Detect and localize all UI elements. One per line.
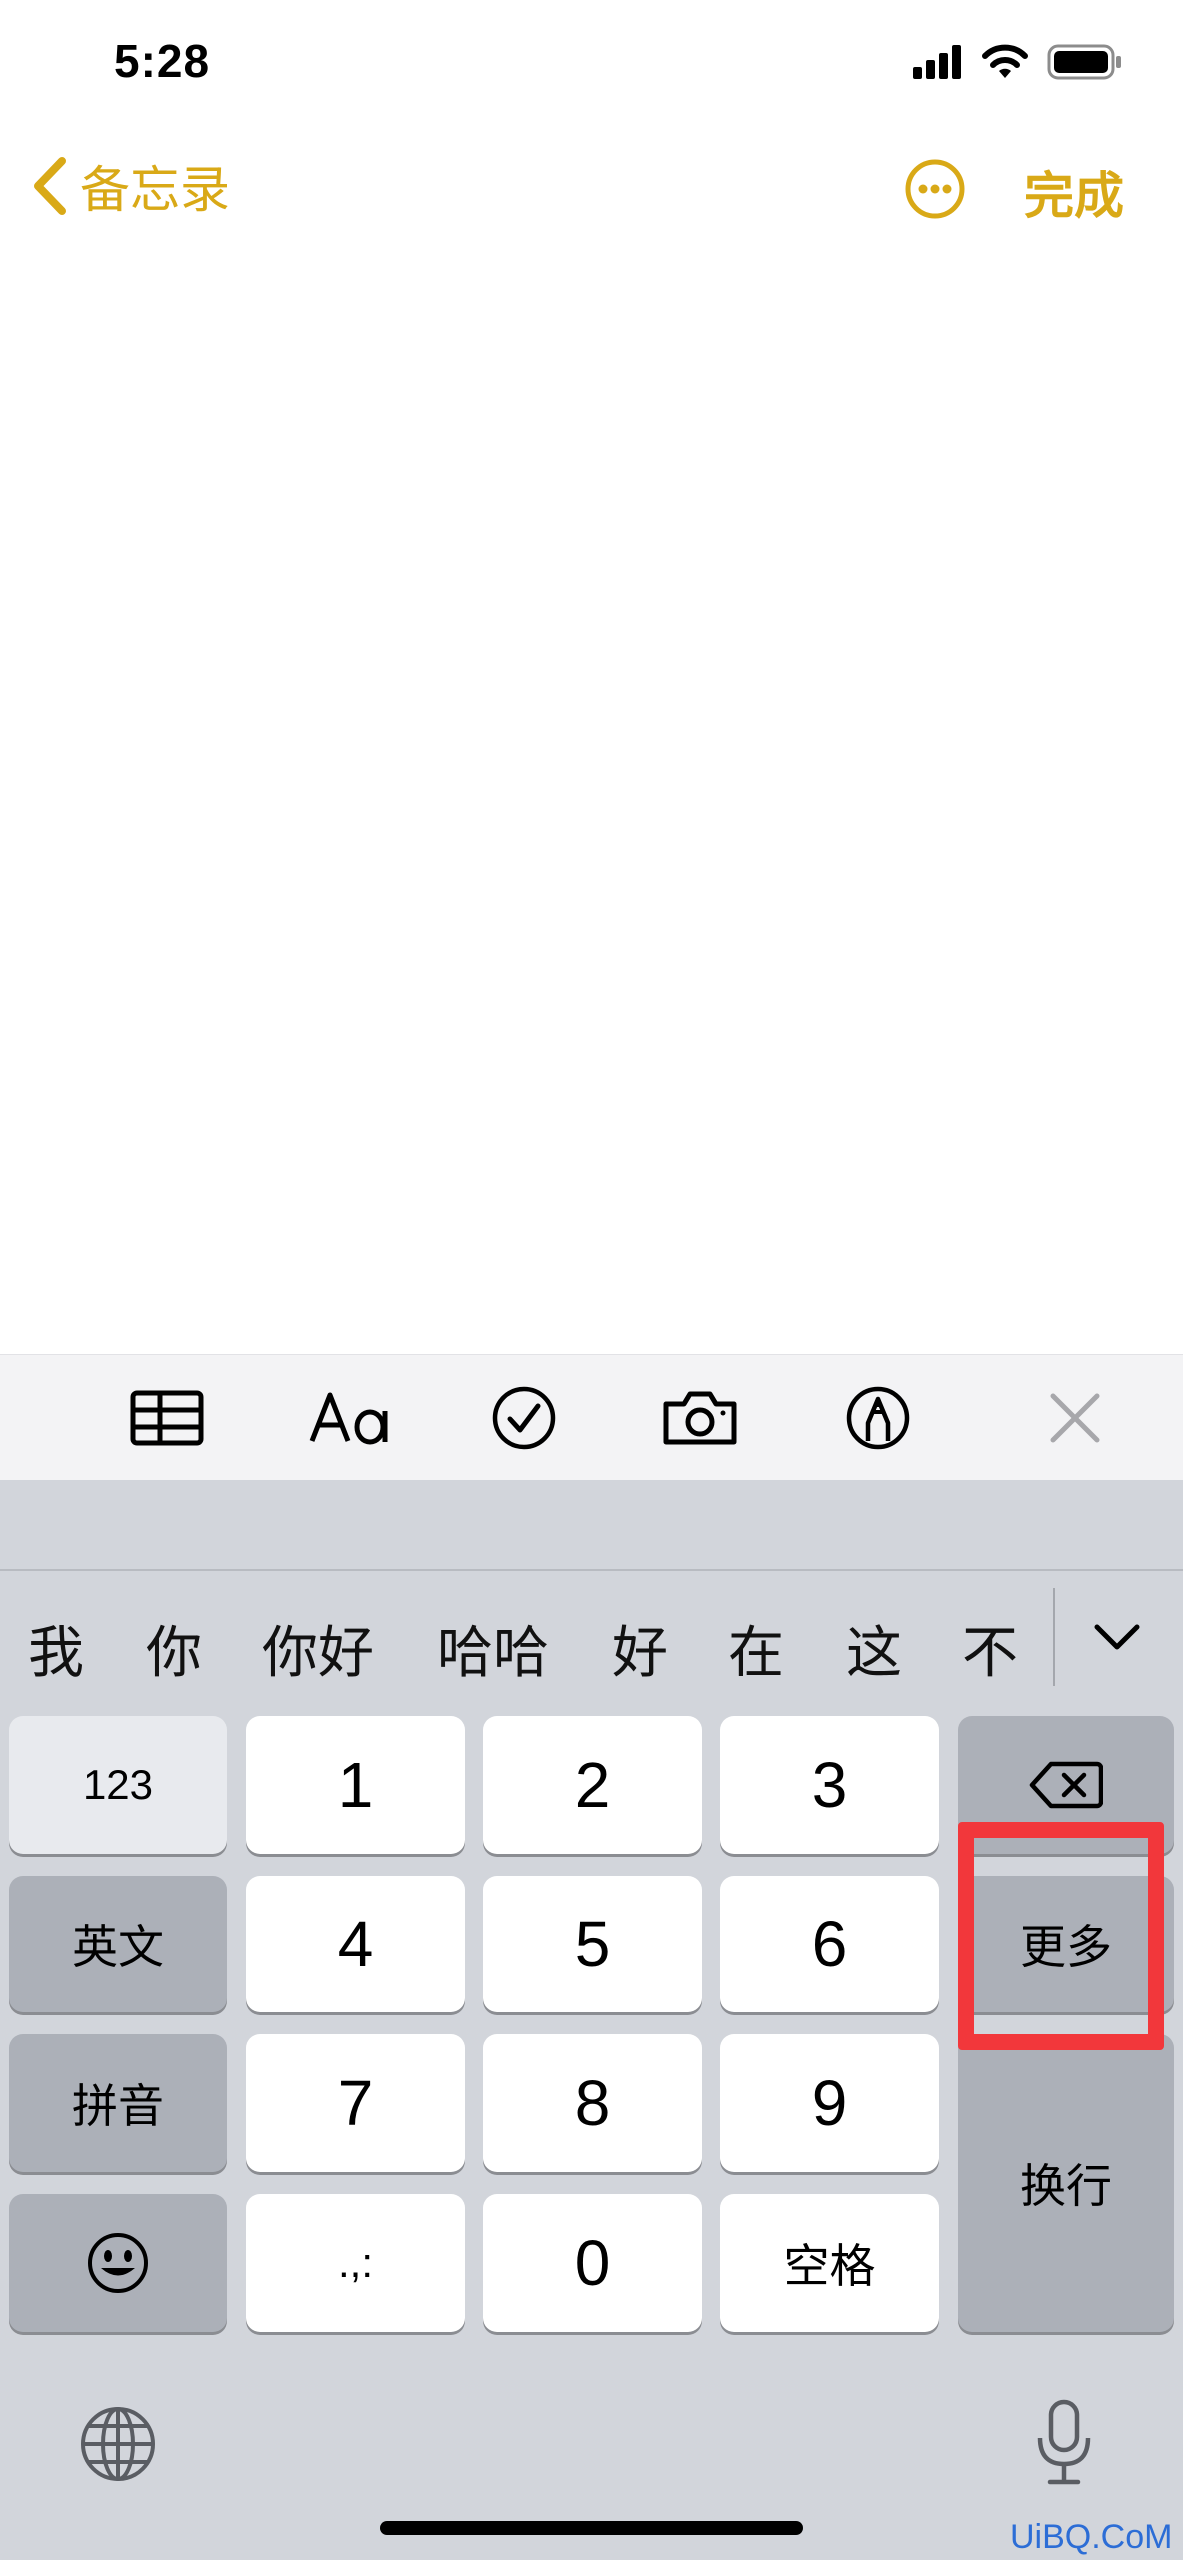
note-editor[interactable] bbox=[0, 260, 1183, 1350]
delete-key[interactable] bbox=[958, 1716, 1174, 1854]
key-123-label: 123 bbox=[82, 1761, 154, 1808]
key-8-label: 8 bbox=[574, 2067, 611, 2139]
key-0[interactable]: 0 bbox=[483, 2194, 702, 2332]
back-label: 备忘录 bbox=[80, 161, 230, 219]
wifi-icon bbox=[982, 44, 1028, 78]
markup-pen-icon bbox=[846, 1386, 910, 1450]
key-5[interactable]: 5 bbox=[483, 1876, 702, 2012]
formatting-toolbar bbox=[0, 1354, 1183, 1481]
key-1[interactable]: 1 bbox=[246, 1716, 465, 1854]
camera-button[interactable] bbox=[652, 1355, 748, 1481]
candidate-8[interactable]: 不 bbox=[962, 1608, 1018, 1689]
key-7-label: 7 bbox=[337, 2067, 374, 2139]
close-toolbar-button[interactable] bbox=[1040, 1355, 1110, 1481]
key-3[interactable]: 3 bbox=[720, 1716, 939, 1854]
key-6-label: 6 bbox=[811, 1908, 848, 1980]
text-format-button[interactable] bbox=[296, 1355, 406, 1481]
candidate-separator bbox=[1053, 1588, 1055, 1686]
back-button[interactable]: 备忘录 bbox=[30, 150, 230, 222]
key-3-label: 3 bbox=[811, 1749, 848, 1821]
candidate-3[interactable]: 你好 bbox=[262, 1608, 374, 1689]
key-0-label: 0 bbox=[574, 2227, 611, 2299]
key-9-label: 9 bbox=[811, 2067, 848, 2139]
space-key[interactable]: 空格 bbox=[720, 2194, 939, 2332]
ellipsis-circle-icon[interactable] bbox=[904, 158, 966, 220]
key-more[interactable]: 更多 bbox=[958, 1876, 1174, 2012]
cellular-signal-icon bbox=[913, 45, 961, 79]
text-format-icon bbox=[309, 1392, 388, 1445]
checklist-button[interactable] bbox=[484, 1355, 564, 1481]
key-123[interactable]: 123 bbox=[9, 1716, 227, 1854]
globe-icon[interactable] bbox=[78, 2404, 158, 2484]
key-5-label: 5 bbox=[574, 1908, 611, 1980]
key-8[interactable]: 8 bbox=[483, 2034, 702, 2172]
table-button[interactable] bbox=[120, 1355, 214, 1481]
key-english[interactable]: 英文 bbox=[9, 1876, 227, 2012]
candidate-5[interactable]: 好 bbox=[612, 1608, 668, 1689]
status-icons bbox=[913, 44, 1123, 80]
candidate-1[interactable]: 我 bbox=[28, 1608, 84, 1689]
key-1-label: 1 bbox=[337, 1749, 374, 1821]
table-icon bbox=[130, 1390, 204, 1446]
checklist-icon bbox=[492, 1386, 556, 1450]
emoji-icon bbox=[88, 2233, 148, 2293]
key-2-label: 2 bbox=[574, 1749, 611, 1821]
markup-button[interactable] bbox=[838, 1355, 918, 1481]
delete-icon bbox=[1029, 1761, 1103, 1809]
key-2[interactable]: 2 bbox=[483, 1716, 702, 1854]
status-time: 5:28 bbox=[114, 35, 211, 87]
key-9[interactable]: 9 bbox=[720, 2034, 939, 2172]
done-button[interactable]: 完成 bbox=[1024, 156, 1124, 228]
battery-icon bbox=[1047, 44, 1121, 80]
key-pinyin-label: 拼音 bbox=[72, 2079, 164, 2133]
key-7[interactable]: 7 bbox=[246, 2034, 465, 2172]
return-key[interactable]: 换行 bbox=[958, 2034, 1174, 2332]
close-icon bbox=[1050, 1393, 1100, 1443]
candidate-7[interactable]: 这 bbox=[846, 1608, 902, 1689]
candidate-4[interactable]: 哈哈 bbox=[437, 1608, 549, 1689]
key-4[interactable]: 4 bbox=[246, 1876, 465, 2012]
chevron-down-icon bbox=[1094, 1624, 1140, 1650]
home-indicator[interactable] bbox=[380, 2521, 803, 2535]
key-more-label: 更多 bbox=[1020, 1920, 1112, 1974]
camera-icon bbox=[663, 1391, 737, 1445]
key-6[interactable]: 6 bbox=[720, 1876, 939, 2012]
return-key-label: 换行 bbox=[1020, 2159, 1112, 2213]
key-punctuation-label: .,: bbox=[337, 2239, 373, 2286]
key-punctuation[interactable]: .,: bbox=[246, 2194, 465, 2332]
expand-candidates-button[interactable] bbox=[1080, 1592, 1154, 1682]
keyboard-divider bbox=[0, 1569, 1183, 1571]
microphone-icon[interactable] bbox=[1034, 2398, 1094, 2488]
chevron-left-icon bbox=[34, 157, 66, 215]
key-english-label: 英文 bbox=[72, 1920, 164, 1974]
watermark: UiBQ.CoM bbox=[1010, 2518, 1173, 2556]
key-pinyin[interactable]: 拼音 bbox=[9, 2034, 227, 2172]
candidate-6[interactable]: 在 bbox=[728, 1608, 784, 1689]
space-key-label: 空格 bbox=[783, 2239, 876, 2293]
candidate-2[interactable]: 你 bbox=[146, 1608, 202, 1689]
emoji-key[interactable] bbox=[9, 2194, 227, 2332]
key-4-label: 4 bbox=[337, 1908, 374, 1980]
